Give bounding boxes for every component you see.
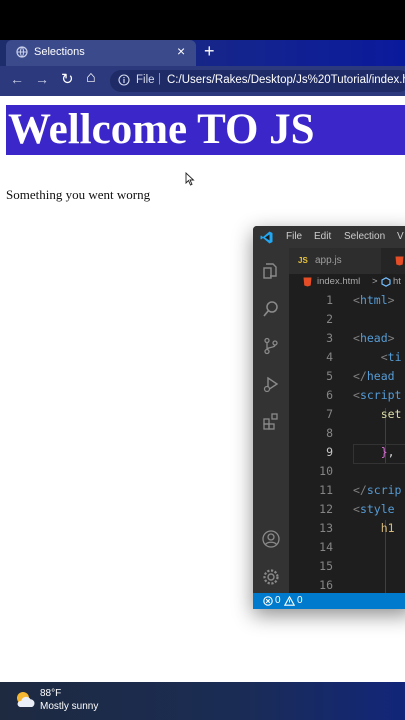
code-line-12: <style — [353, 502, 395, 516]
search-icon[interactable] — [262, 300, 280, 318]
line-number: 3 — [326, 331, 333, 345]
line-number: 11 — [319, 483, 333, 497]
weather-sun-cloud-icon[interactable] — [14, 690, 36, 710]
js-file-icon: JS — [298, 256, 308, 265]
code-line-4: <ti — [380, 350, 402, 364]
activity-bar — [253, 248, 289, 593]
new-tab-button[interactable]: + — [204, 41, 215, 62]
code-line-6: <script — [353, 388, 402, 402]
line-number: 14 — [319, 540, 333, 554]
code-editor[interactable]: 1 2 3 4 5 6 7 8 9 10 11 12 13 14 15 16 <… — [289, 290, 405, 595]
breadcrumb-file[interactable]: index.html — [317, 276, 360, 287]
breadcrumb-symbol[interactable]: ht — [393, 276, 401, 287]
html-file-icon[interactable] — [395, 256, 404, 266]
code-line-9: }, — [380, 445, 395, 459]
menu-file[interactable]: File — [286, 231, 302, 242]
vscode-window[interactable]: File Edit Selection V JS app.js index.ht… — [253, 226, 405, 609]
gear-icon[interactable] — [262, 568, 280, 586]
menu-view[interactable]: V — [397, 231, 404, 242]
vscode-title-bar: File Edit Selection V — [253, 226, 405, 248]
warning-icon[interactable] — [284, 596, 295, 606]
vscode-status-bar: 0 0 — [253, 593, 405, 609]
code-line-1: <html> — [353, 293, 395, 307]
tab-title: Selections — [34, 46, 85, 58]
line-number: 15 — [319, 559, 333, 573]
source-control-icon[interactable] — [262, 337, 280, 355]
error-icon[interactable] — [263, 596, 273, 606]
address-bar[interactable]: File | C:/Users/Rakes/Desktop/Js%20Tutor… — [110, 70, 405, 92]
line-number: 8 — [326, 426, 333, 440]
line-number: 12 — [319, 502, 333, 516]
weather-condition[interactable]: Mostly sunny — [40, 701, 98, 712]
address-scheme-label: File — [136, 74, 155, 86]
menu-edit[interactable]: Edit — [314, 231, 331, 242]
extensions-icon[interactable] — [262, 412, 280, 430]
tab-close-icon[interactable]: × — [177, 43, 185, 59]
error-count[interactable]: 0 — [275, 595, 281, 606]
line-number: 13 — [319, 521, 333, 535]
line-number: 2 — [326, 312, 333, 326]
info-icon[interactable] — [118, 74, 130, 86]
editor-tab-strip: JS app.js — [289, 248, 405, 274]
explorer-icon[interactable] — [262, 262, 280, 280]
line-number: 4 — [326, 350, 333, 364]
code-line-3: <head> — [353, 331, 395, 345]
weather-temperature[interactable]: 88°F — [40, 688, 61, 699]
warning-count[interactable]: 0 — [297, 595, 303, 606]
page-heading: Wellcome TO JS — [6, 105, 405, 155]
top-black-bar — [0, 0, 405, 40]
vscode-logo-icon — [260, 231, 273, 244]
code-line-11: </scrip — [353, 483, 402, 497]
breadcrumb: index.html > ht — [289, 274, 405, 290]
address-url[interactable]: C:/Users/Rakes/Desktop/Js%20Tutorial/ind… — [167, 74, 405, 86]
line-number: 5 — [326, 369, 333, 383]
breadcrumb-separator: > — [372, 276, 378, 287]
mouse-cursor-icon — [185, 172, 195, 186]
browser-tab[interactable]: Selections × — [6, 40, 196, 66]
code-line-7: set — [380, 407, 402, 421]
line-number: 10 — [319, 464, 333, 478]
line-number: 1 — [326, 293, 333, 307]
reload-button[interactable]: ↻ — [61, 70, 74, 88]
page-paragraph: Something you went worng — [6, 187, 151, 202]
browser-toolbar: ← → ↻ ⌂ File | C:/Users/Rakes/Desktop/Js… — [0, 66, 405, 96]
browser-tab-strip: Selections × + — [0, 40, 405, 66]
element-symbol-icon — [381, 277, 391, 287]
globe-icon — [16, 46, 28, 58]
tab-app-js[interactable]: JS app.js — [289, 248, 381, 274]
tab-label: app.js — [315, 255, 342, 266]
code-line-13: h1 — [380, 521, 395, 535]
code-line-5: </head — [353, 369, 395, 383]
home-button[interactable]: ⌂ — [86, 69, 96, 87]
html-file-icon — [303, 277, 312, 287]
menu-selection[interactable]: Selection — [344, 231, 385, 242]
line-number: 6 — [326, 388, 333, 402]
taskbar: 88°F Mostly sunny — [0, 682, 405, 720]
address-divider: | — [158, 73, 161, 85]
page-viewport: Wellcome TO JS Something you went worng … — [0, 96, 405, 682]
line-number: 7 — [326, 407, 333, 421]
forward-button[interactable]: → — [35, 71, 49, 87]
line-number-active: 9 — [326, 445, 333, 459]
account-icon[interactable] — [262, 530, 280, 548]
back-button[interactable]: ← — [10, 71, 24, 87]
line-number: 16 — [319, 578, 333, 592]
run-debug-icon[interactable] — [262, 375, 280, 393]
